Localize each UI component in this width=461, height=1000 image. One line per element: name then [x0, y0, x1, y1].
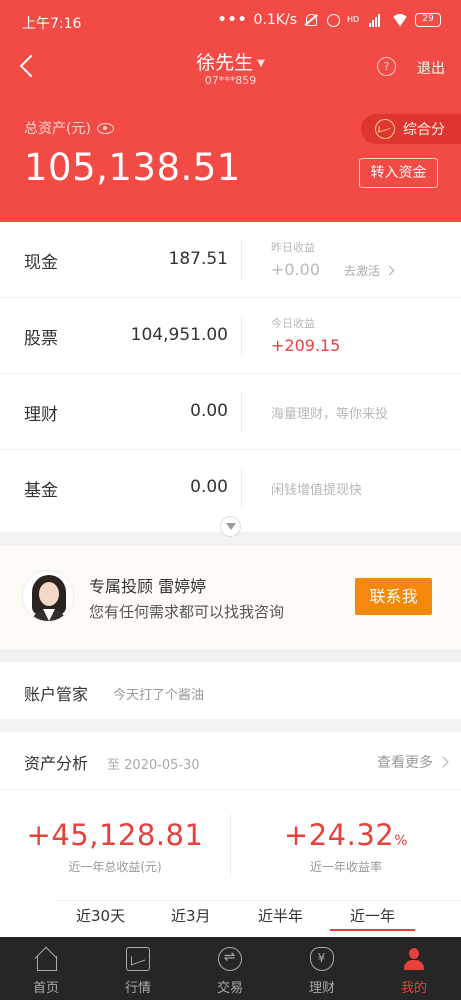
hd-icon: HD	[347, 15, 360, 24]
period-tabs: 近30天 近3月 近半年 近一年	[54, 900, 461, 937]
expand-toggle-icon[interactable]	[220, 516, 241, 537]
tab-label: 首页	[32, 981, 59, 996]
annual-rate-label: 近一年收益率	[309, 860, 382, 874]
period-tab-3m[interactable]: 近3月	[171, 905, 211, 926]
asset-amount: 104,951.00	[130, 325, 228, 345]
advisor-subtitle: 您有任何需求都可以找我咨询	[89, 603, 285, 621]
account-manager-row[interactable]: 账户管家 今天打了个酱油	[0, 662, 461, 719]
annual-gain-metric: +45,128.81 近一年总收益(元)	[0, 818, 230, 875]
period-tab-30d[interactable]: 近30天	[76, 905, 125, 926]
asset-name: 理财	[24, 405, 58, 425]
annual-gain-label: 近一年总收益(元)	[68, 860, 162, 874]
home-icon	[34, 947, 58, 971]
row-divider	[241, 240, 242, 280]
account-header: 上午7:16 ••• 0.1K/s HD 29 徐先生 ▼ 07***859 ? …	[0, 0, 461, 222]
asset-amount: 0.00	[190, 477, 228, 497]
annual-rate-unit: %	[394, 833, 409, 849]
composite-score-label: 综合分	[403, 122, 445, 138]
total-assets-label: 总资产(元)	[24, 118, 114, 138]
earnings-value: +209.15	[271, 336, 341, 355]
logout-button[interactable]: 退出	[417, 58, 445, 78]
mute-icon	[303, 13, 319, 27]
account-id: 07***859	[204, 74, 257, 87]
status-icons: ••• 0.1K/s HD 29	[218, 12, 441, 28]
total-assets-label-text: 总资产(元)	[24, 121, 91, 137]
trade-exchange-icon	[218, 947, 242, 971]
row-divider	[241, 316, 242, 356]
status-time: 上午7:16	[22, 16, 82, 32]
period-tab-6m[interactable]: 近半年	[258, 905, 303, 926]
wifi-icon	[391, 14, 409, 27]
asset-breakdown: 现金 187.51 昨日收益 +0.00 去激活 股票 104,951.00 今…	[0, 222, 461, 537]
money-bag-icon	[310, 947, 334, 971]
composite-score-button[interactable]: 综合分	[361, 114, 461, 144]
bottom-tab-bar: 首页 行情 交易 理财 我的	[0, 937, 461, 1000]
tab-label: 行情	[124, 981, 151, 996]
market-chart-icon	[126, 947, 150, 971]
asset-row-wealth[interactable]: 理财 0.00 海量理财，等你来投	[0, 374, 461, 450]
help-icon[interactable]: ?	[377, 57, 396, 76]
earnings-label: 今日收益	[271, 317, 315, 330]
annual-gain-value: +45,128.81	[26, 818, 204, 852]
tab-home[interactable]: 首页	[0, 937, 92, 1000]
top-nav: 徐先生 ▼ 07***859 ? 退出	[0, 44, 461, 96]
asset-amount: 0.00	[190, 401, 228, 421]
activate-link[interactable]: 去激活	[344, 262, 393, 279]
caret-down-icon: ▼	[257, 58, 265, 69]
annual-rate-value-group: +24.32%	[231, 818, 461, 852]
asset-row-cash[interactable]: 现金 187.51 昨日收益 +0.00 去激活	[0, 222, 461, 298]
advisor-avatar	[22, 570, 74, 622]
asset-amount: 187.51	[168, 249, 228, 269]
signal-icon	[369, 13, 385, 27]
annual-rate-value: +24.32	[283, 818, 395, 852]
eye-icon[interactable]	[96, 122, 114, 134]
account-manager-subtitle: 今天打了个酱油	[113, 688, 205, 703]
more-dots-icon: •••	[217, 12, 248, 28]
earnings-value: +0.00	[271, 260, 321, 279]
tab-mine[interactable]: 我的	[368, 937, 460, 1000]
total-assets-value: 105,138.51	[24, 146, 241, 189]
row-divider	[241, 468, 242, 508]
tab-label: 理财	[308, 981, 335, 996]
asset-name: 基金	[24, 481, 58, 501]
asset-analysis: 资产分析 至 2020-05-30 查看更多 +45,128.81 近一年总收益…	[0, 732, 461, 937]
advisor-card: 专属投顾 雷婷婷 您有任何需求都可以找我咨询 联系我	[0, 546, 461, 649]
analysis-date: 至 2020-05-30	[107, 758, 200, 773]
asset-row-stocks[interactable]: 股票 104,951.00 今日收益 +209.15	[0, 298, 461, 374]
contact-advisor-button[interactable]: 联系我	[355, 578, 432, 615]
asset-name: 股票	[24, 329, 58, 349]
earnings-label: 昨日收益	[271, 241, 315, 254]
tab-trade[interactable]: 交易	[184, 937, 276, 1000]
analysis-title: 资产分析	[24, 754, 89, 773]
advisor-title: 专属投顾 雷婷婷	[89, 577, 207, 596]
status-bar: 上午7:16 ••• 0.1K/s HD 29	[0, 0, 461, 44]
tab-wealth[interactable]: 理财	[276, 937, 368, 1000]
net-speed: 0.1K/s	[253, 12, 297, 28]
deposit-funds-button[interactable]: 转入资金	[359, 158, 438, 188]
account-manager-title: 账户管家	[24, 685, 89, 704]
asset-note: 闲钱增值提现快	[271, 483, 363, 498]
tab-market[interactable]: 行情	[92, 937, 184, 1000]
asset-name: 现金	[24, 253, 58, 273]
tab-label: 交易	[216, 981, 243, 996]
user-name: 徐先生	[196, 52, 254, 74]
battery-icon: 29	[415, 13, 441, 27]
user-icon	[402, 947, 426, 971]
analysis-header: 资产分析 至 2020-05-30 查看更多	[0, 732, 461, 790]
score-chart-icon	[375, 119, 395, 139]
annual-rate-metric: +24.32% 近一年收益率	[231, 818, 461, 875]
asset-row-funds[interactable]: 基金 0.00 闲钱增值提现快	[0, 450, 461, 526]
row-divider	[241, 392, 242, 432]
view-more-link[interactable]: 查看更多	[377, 752, 447, 772]
alarm-icon	[325, 13, 341, 27]
tab-label: 我的	[400, 981, 427, 996]
asset-note: 海量理财，等你来投	[271, 407, 389, 422]
period-tab-1y[interactable]: 近一年	[329, 905, 416, 931]
